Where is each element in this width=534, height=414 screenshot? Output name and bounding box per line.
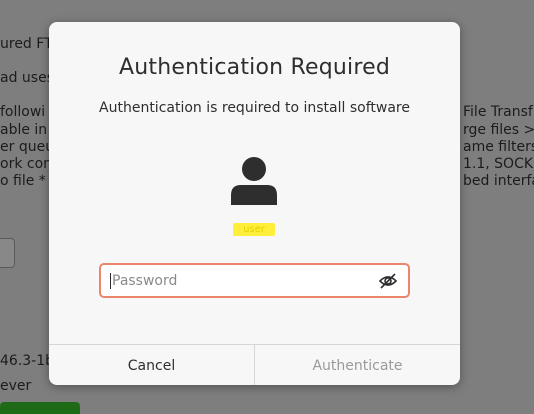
text-caret [110,273,111,289]
dialog-button-row: Cancel Authenticate [49,344,460,385]
cancel-button[interactable]: Cancel [49,345,255,385]
username-label: user [233,223,275,236]
password-field[interactable] [99,263,410,298]
bg-text-line: followi [0,104,46,120]
bg-text-line: 1.1, SOCKS5 [463,156,534,172]
authenticate-button[interactable]: Authenticate [255,345,460,385]
bg-text-line: ured FT [0,36,53,52]
bg-install-button [0,402,80,414]
bg-text-line: ork con [0,156,53,172]
dialog-message: Authentication is required to install so… [99,100,410,116]
password-input[interactable] [110,265,367,296]
bg-text-line: o file * [0,173,46,189]
bg-text-line: File Transf [463,104,533,120]
bg-text-line: bed interfac [463,173,534,189]
bg-text-line: ever [0,378,32,394]
authentication-dialog: Authentication Required Authentication i… [49,22,460,385]
bg-text-line: able in [0,122,48,138]
user-avatar-icon [231,157,277,205]
bg-text-line: ame filters [463,139,534,155]
eye-slash-icon[interactable] [378,271,398,291]
dialog-title: Authentication Required [118,55,390,80]
bg-text-line: rge files >40 [463,122,534,138]
bg-text-line: ad uses [0,70,54,86]
bg-dropdown [0,238,15,268]
